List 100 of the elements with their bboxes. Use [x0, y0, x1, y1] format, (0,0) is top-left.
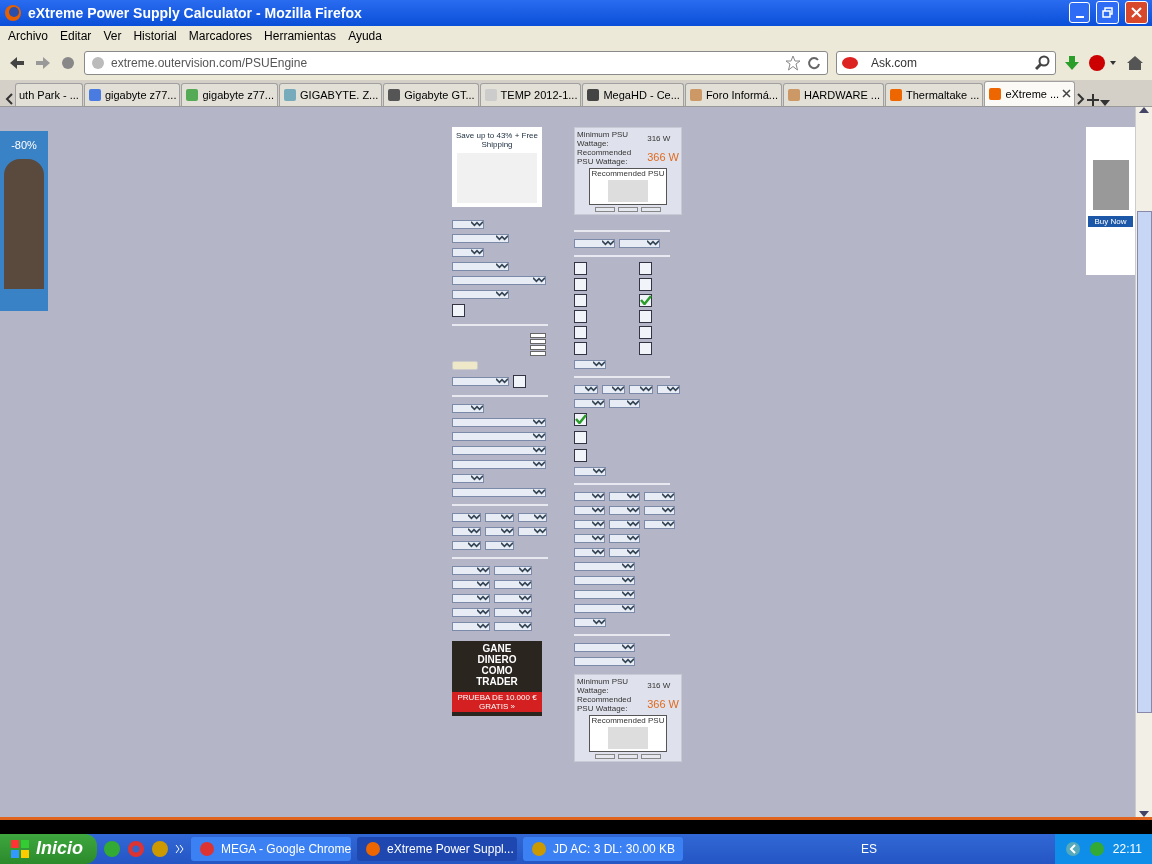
menu-item[interactable]: Herramientas — [258, 28, 343, 43]
dropdown-select[interactable] — [485, 540, 514, 550]
dropdown-select[interactable] — [452, 275, 546, 285]
dropdown-select[interactable] — [452, 445, 546, 455]
dropdown-select[interactable] — [574, 575, 636, 585]
small-button[interactable] — [641, 206, 661, 212]
dropdown-select[interactable] — [518, 512, 547, 522]
dropdown-select[interactable] — [618, 238, 660, 248]
reload-icon[interactable] — [807, 55, 821, 70]
dropdown-select[interactable] — [574, 491, 606, 501]
dropdown-select[interactable] — [574, 589, 636, 599]
input-field[interactable] — [530, 338, 546, 344]
dropdown-select[interactable] — [629, 384, 653, 394]
dropdown-select[interactable] — [574, 505, 606, 515]
dropdown-select[interactable] — [574, 384, 598, 394]
dropdown-select[interactable] — [452, 540, 481, 550]
taskbar-button[interactable]: JD AC: 3 DL: 30.00 KB — [523, 837, 683, 861]
dropdown-select[interactable] — [574, 642, 636, 652]
search-icon[interactable] — [1035, 54, 1051, 71]
dropdown-select[interactable] — [609, 398, 641, 408]
close-button[interactable] — [1125, 1, 1148, 25]
checkbox[interactable] — [639, 293, 652, 307]
browser-tab[interactable]: Foro Informá... — [684, 82, 782, 106]
dropdown-select[interactable] — [574, 519, 606, 529]
dropdown-select[interactable] — [609, 491, 641, 501]
taskbar-button[interactable]: MEGA - Google Chrome — [191, 837, 351, 861]
browser-tab[interactable]: GIGABYTE. Z... — [279, 82, 383, 106]
buy-now-button[interactable]: Buy Now — [1088, 215, 1133, 227]
dropdown-select[interactable] — [574, 603, 636, 613]
browser-tab[interactable]: gigabyte z77... — [181, 82, 279, 106]
taskbar-button[interactable]: eXtreme Power Suppl... — [357, 837, 517, 861]
dropdown-select[interactable] — [574, 466, 606, 476]
browser-tab[interactable]: TEMP 2012-1... — [479, 82, 582, 106]
checkbox[interactable] — [639, 325, 652, 339]
dropdown-select[interactable] — [452, 607, 490, 617]
dropdown-select[interactable] — [644, 491, 676, 501]
menu-item[interactable]: Historial — [127, 28, 183, 43]
dropdown-select[interactable] — [644, 519, 676, 529]
checkbox[interactable] — [574, 325, 587, 339]
dropdown-select[interactable] — [656, 384, 681, 394]
browser-tab[interactable]: uth Park - ... — [15, 82, 83, 106]
dropdown-select[interactable] — [452, 565, 490, 575]
dropdown-select[interactable] — [452, 376, 509, 386]
browser-tab[interactable]: HARDWARE ... — [783, 82, 884, 106]
start-button[interactable]: Inicio — [0, 834, 97, 864]
dropdown-select[interactable] — [574, 617, 606, 627]
browser-tab[interactable]: Thermaltake ... — [885, 82, 984, 106]
download-arrow-icon[interactable] — [1064, 54, 1080, 71]
dropdown-select[interactable] — [494, 565, 532, 575]
dropdown-select[interactable] — [452, 579, 490, 589]
minimize-button[interactable] — [1069, 2, 1090, 24]
checkbox[interactable] — [639, 261, 652, 275]
dropdown-select[interactable] — [574, 359, 606, 369]
dropdown-select[interactable] — [485, 512, 514, 522]
small-button[interactable] — [595, 753, 615, 759]
dropdown-select[interactable] — [452, 247, 484, 257]
dropdown-select[interactable] — [494, 621, 532, 631]
input-field[interactable] — [530, 332, 546, 338]
dropdown-select[interactable] — [574, 533, 606, 543]
dropdown-select[interactable] — [452, 261, 509, 271]
chevron-double-icon[interactable] — [175, 844, 185, 854]
checkbox[interactable] — [452, 303, 465, 317]
checkbox[interactable] — [574, 448, 587, 462]
checkbox[interactable] — [574, 293, 587, 307]
back-arrow-icon[interactable] — [8, 54, 26, 71]
dropdown-select[interactable] — [574, 238, 615, 248]
ad-button[interactable]: PRUEBA DE 10.000 € GRATIS » — [452, 691, 542, 712]
dropdown-select[interactable] — [609, 533, 641, 543]
checkbox[interactable] — [513, 374, 526, 388]
small-button[interactable] — [595, 206, 615, 212]
dropdown-select[interactable] — [452, 459, 546, 469]
dropdown-select[interactable] — [452, 593, 490, 603]
chevron-right-icon[interactable] — [1076, 91, 1087, 106]
dropdown-select[interactable] — [494, 593, 532, 603]
dropdown-select[interactable] — [452, 233, 509, 243]
checkbox[interactable] — [574, 309, 587, 323]
menu-item[interactable]: Ver — [97, 28, 128, 43]
checkbox[interactable] — [574, 261, 587, 275]
checkbox[interactable] — [574, 412, 587, 426]
small-button[interactable] — [618, 206, 638, 212]
dropdown-select[interactable] — [452, 219, 484, 229]
dropdown-select[interactable] — [609, 505, 641, 515]
dropdown-select[interactable] — [494, 579, 532, 589]
checkbox[interactable] — [639, 309, 652, 323]
dropdown-select[interactable] — [574, 656, 636, 666]
small-button[interactable] — [618, 753, 638, 759]
scrollbar[interactable] — [1135, 106, 1152, 817]
new-tab-icon[interactable] — [1087, 93, 1100, 106]
chevron-left-icon[interactable] — [4, 91, 14, 106]
dropdown-select[interactable] — [452, 526, 481, 536]
dropdown-select[interactable] — [452, 473, 484, 483]
dropdown-select[interactable] — [452, 512, 481, 522]
dropdown-select[interactable] — [452, 289, 509, 299]
dropdown-select[interactable] — [452, 417, 546, 427]
dropdown-select[interactable] — [609, 547, 641, 557]
close-tab-icon[interactable] — [1062, 89, 1072, 99]
checkbox[interactable] — [639, 341, 652, 355]
browser-tab[interactable]: Gigabyte GT... — [383, 82, 479, 106]
browser-tab[interactable]: gigabyte z77... — [83, 82, 181, 106]
dropdown-select[interactable] — [574, 547, 606, 557]
